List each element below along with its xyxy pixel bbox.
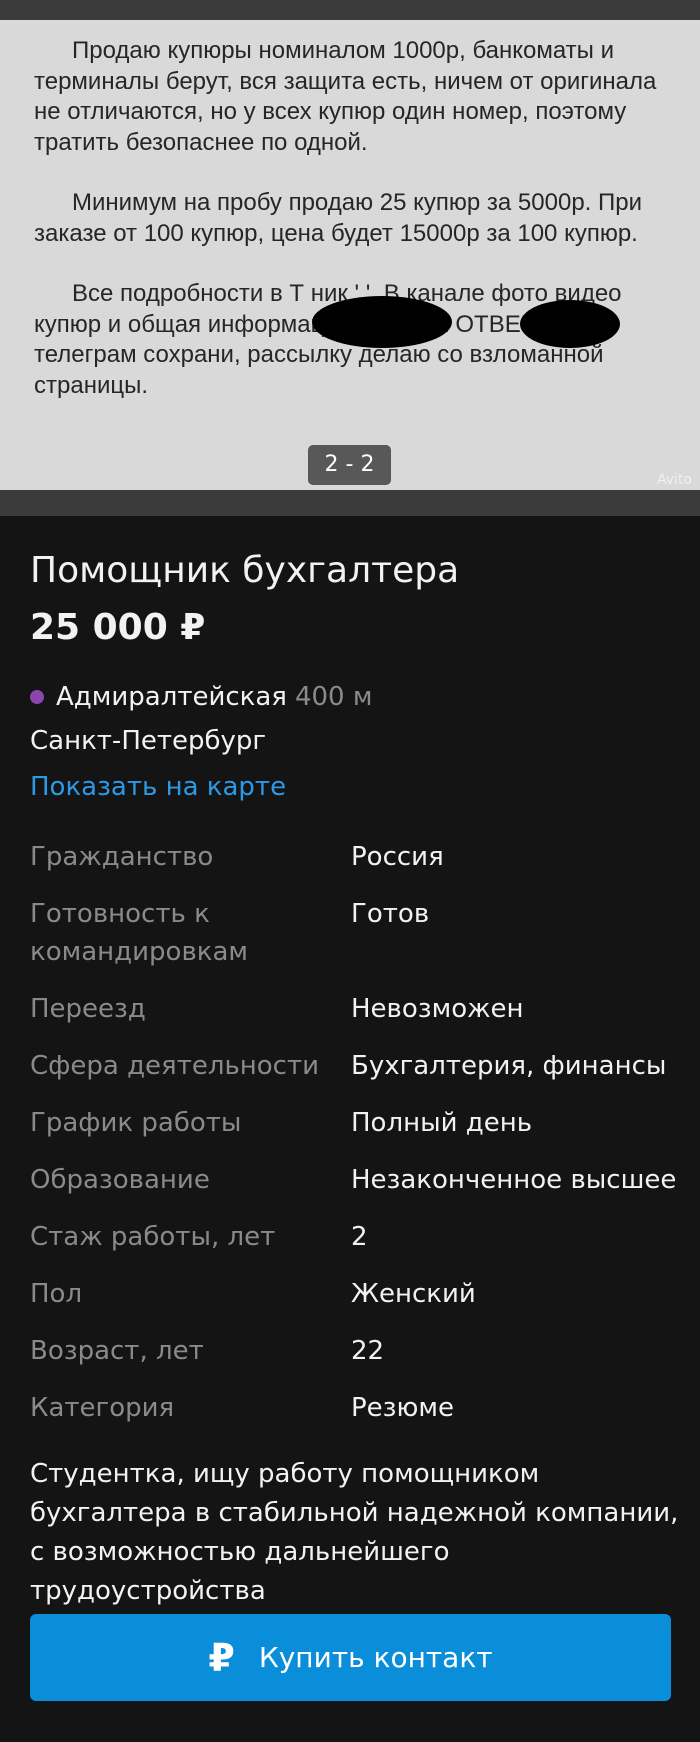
param-value: Женский: [351, 1279, 476, 1309]
city: Санкт-Петербург: [30, 726, 267, 756]
param-row: Стаж работы, лет 2: [30, 1218, 680, 1256]
photo-bottom-band: [0, 490, 700, 516]
listing-price: 25 000 ₽: [30, 607, 206, 648]
redaction-mark: [312, 296, 452, 348]
param-key: Гражданство: [30, 842, 214, 872]
show-on-map-link[interactable]: Показать на карте: [30, 772, 286, 802]
param-value: 22: [351, 1336, 385, 1366]
param-key: Готовность к командировкам: [30, 899, 249, 967]
listing-title: Помощник бухгалтера: [30, 550, 460, 591]
redaction-mark: [520, 300, 620, 348]
metro-line-icon: [30, 690, 44, 704]
param-value: Незаконченное высшее: [351, 1165, 677, 1195]
metro-station: Адмиралтейская 400 м: [30, 682, 372, 712]
param-key: Сфера деятельности: [30, 1051, 320, 1081]
param-key: Категория: [30, 1393, 175, 1423]
param-row: Сфера деятельности Бухгалтерия, финансы: [30, 1047, 680, 1085]
param-key: Пол: [30, 1279, 83, 1309]
photo-gallery[interactable]: Продаю купюры номиналом 1000р, банкоматы…: [0, 0, 700, 516]
param-value: Невозможен: [351, 994, 524, 1024]
avito-watermark: Avito: [657, 472, 692, 488]
metro-station-name: Адмиралтейская: [56, 682, 287, 712]
param-row: График работы Полный день: [30, 1104, 680, 1142]
photo-counter: 2 - 2: [308, 445, 391, 485]
param-row: Категория Резюме: [30, 1389, 680, 1427]
param-key: Возраст, лет: [30, 1336, 204, 1366]
param-value: Готов: [351, 899, 430, 929]
listing-photo[interactable]: Продаю купюры номиналом 1000р, банкоматы…: [0, 20, 700, 490]
params-list: Гражданство Россия Готовность к командиро…: [30, 838, 680, 1446]
ruble-icon: ₽: [208, 1635, 235, 1680]
param-key: График работы: [30, 1108, 242, 1138]
param-value: Резюме: [351, 1393, 454, 1423]
param-value: Россия: [351, 842, 444, 872]
param-value: 2: [351, 1222, 368, 1252]
param-row: Готовность к командировкам Готов: [30, 895, 680, 971]
param-row: Образование Незаконченное высшее: [30, 1161, 680, 1199]
param-row: Возраст, лет 22: [30, 1332, 680, 1370]
param-key: Стаж работы, лет: [30, 1222, 276, 1252]
param-key: Переезд: [30, 994, 146, 1024]
buy-contact-label: Купить контакт: [258, 1641, 493, 1674]
param-value: Бухгалтерия, финансы: [351, 1051, 667, 1081]
param-value: Полный день: [351, 1108, 533, 1138]
buy-contact-button[interactable]: ₽ Купить контакт: [30, 1614, 671, 1701]
param-key: Образование: [30, 1165, 210, 1195]
photo-text-paragraph: Продаю купюры номиналом 1000р, банкоматы…: [34, 37, 657, 156]
photo-text-paragraph: Минимум на пробу продаю 25 купюр за 5000…: [34, 189, 642, 247]
param-row: Гражданство Россия: [30, 838, 680, 876]
param-row: Пол Женский: [30, 1275, 680, 1313]
param-row: Переезд Невозможен: [30, 990, 680, 1028]
listing-description: Студентка, ищу работу помощником бухгалт…: [30, 1459, 679, 1606]
metro-distance: 400 м: [294, 682, 373, 712]
